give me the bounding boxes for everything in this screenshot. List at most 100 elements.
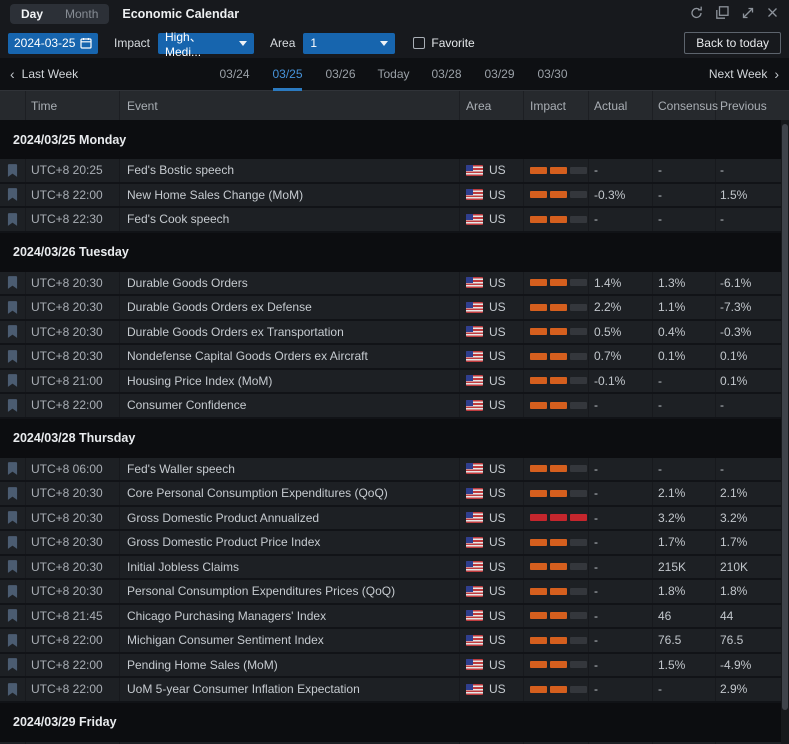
event-row[interactable]: UTC+8 20:30Durable Goods Orders ex Trans… xyxy=(0,321,789,346)
event-row[interactable]: UTC+8 22:00Michigan Consumer Sentiment I… xyxy=(0,629,789,654)
calendar-icon[interactable] xyxy=(80,37,92,49)
column-header-area: Area xyxy=(460,91,524,120)
event-row[interactable]: UTC+8 22:00UoM 5-year Consumer Inflation… xyxy=(0,678,789,703)
time-cell: UTC+8 22:00 xyxy=(26,678,120,701)
bookmark-icon[interactable] xyxy=(7,462,18,475)
bookmark-icon[interactable] xyxy=(7,609,18,622)
impact-cell xyxy=(524,654,589,677)
popout-icon[interactable] xyxy=(715,5,730,23)
event-row[interactable]: UTC+8 20:30Durable Goods Orders ex Defen… xyxy=(0,296,789,321)
time-cell: UTC+8 06:00 xyxy=(26,458,120,481)
impact-bar xyxy=(550,588,567,595)
event-name-cell: New Home Sales Change (MoM) xyxy=(120,184,460,207)
event-row[interactable]: UTC+8 21:45Chicago Purchasing Managers' … xyxy=(0,605,789,630)
event-row[interactable]: UTC+8 20:30Durable Goods OrdersUS1.4%1.3… xyxy=(0,272,789,297)
us-flag-icon xyxy=(466,488,483,499)
next-week-button[interactable]: Next Week › xyxy=(709,67,779,81)
refresh-icon[interactable] xyxy=(689,5,704,23)
impact-bar xyxy=(530,539,547,546)
next-week-label: Next Week xyxy=(709,67,767,81)
event-row[interactable]: UTC+8 21:00Housing Price Index (MoM)US-0… xyxy=(0,370,789,395)
area-dropdown[interactable]: 1 xyxy=(303,33,395,54)
back-to-today-button[interactable]: Back to today xyxy=(684,32,781,54)
bookmark-icon[interactable] xyxy=(7,301,18,314)
impact-bar xyxy=(550,216,567,223)
day-tab[interactable]: Today xyxy=(367,58,420,91)
us-flag-icon xyxy=(466,684,483,695)
impact-bar xyxy=(530,686,547,693)
event-row[interactable]: UTC+8 20:30Core Personal Consumption Exp… xyxy=(0,482,789,507)
event-row[interactable]: UTC+8 20:30Initial Jobless ClaimsUS-215K… xyxy=(0,556,789,581)
bookmark-cell xyxy=(0,678,26,701)
day-tab[interactable]: 03/26 xyxy=(314,58,367,91)
impact-cell xyxy=(524,482,589,505)
bookmark-icon[interactable] xyxy=(7,536,18,549)
bookmark-icon[interactable] xyxy=(7,634,18,647)
event-row[interactable]: UTC+8 22:00New Home Sales Change (MoM)US… xyxy=(0,184,789,209)
event-row[interactable]: UTC+8 22:00Consumer ConfidenceUS--- xyxy=(0,394,789,419)
last-week-button[interactable]: ‹ Last Week xyxy=(10,67,78,81)
area-cell: US xyxy=(460,272,524,295)
event-row[interactable]: UTC+8 20:30Gross Domestic Product Annual… xyxy=(0,507,789,532)
favorite-label: Favorite xyxy=(431,36,474,50)
bookmark-icon[interactable] xyxy=(7,511,18,524)
day-tab[interactable]: 03/28 xyxy=(420,58,473,91)
event-row[interactable]: UTC+8 22:00Pending Home Sales (MoM)US-1.… xyxy=(0,654,789,679)
area-cell: US xyxy=(460,296,524,319)
scrollbar-thumb[interactable] xyxy=(782,124,788,710)
bookmark-icon[interactable] xyxy=(7,487,18,500)
bookmark-icon[interactable] xyxy=(7,560,18,573)
favorite-checkbox[interactable] xyxy=(413,37,425,49)
day-tab[interactable]: 03/29 xyxy=(473,58,526,91)
bookmark-icon[interactable] xyxy=(7,213,18,226)
bookmark-column-header xyxy=(0,91,26,120)
event-row[interactable]: UTC+8 06:00Fed's Waller speechUS--- xyxy=(0,458,789,483)
day-tab[interactable]: 03/24 xyxy=(208,58,261,91)
area-label: Area xyxy=(270,36,295,50)
bookmark-icon[interactable] xyxy=(7,325,18,338)
bookmark-icon[interactable] xyxy=(7,164,18,177)
day-tab[interactable]: 03/25 xyxy=(261,58,314,91)
impact-dropdown[interactable]: High、 Medi... xyxy=(158,33,254,54)
date-section-header: 2024/03/25 Monday xyxy=(0,120,789,159)
area-cell: US xyxy=(460,321,524,344)
event-row[interactable]: UTC+8 20:30Gross Domestic Product Price … xyxy=(0,531,789,556)
previous-cell: 76.5 xyxy=(716,629,789,652)
favorite-filter[interactable]: Favorite xyxy=(413,36,474,50)
event-row[interactable]: UTC+8 20:30Nondefense Capital Goods Orde… xyxy=(0,345,789,370)
date-picker[interactable]: 2024-03-25 xyxy=(8,33,98,54)
bookmark-icon[interactable] xyxy=(7,350,18,363)
area-cell: US xyxy=(460,184,524,207)
tab-month[interactable]: Month xyxy=(54,4,109,24)
impact-bar xyxy=(530,588,547,595)
impact-bar xyxy=(530,279,547,286)
bookmark-icon[interactable] xyxy=(7,374,18,387)
impact-bar xyxy=(550,637,567,644)
previous-cell: - xyxy=(716,458,789,481)
event-row[interactable]: UTC+8 20:25Fed's Bostic speechUS--- xyxy=(0,159,789,184)
us-flag-icon xyxy=(466,400,483,411)
us-flag-icon xyxy=(466,586,483,597)
day-tab[interactable]: 03/30 xyxy=(526,58,579,91)
time-cell: UTC+8 20:30 xyxy=(26,272,120,295)
bookmark-cell xyxy=(0,394,26,417)
impact-bar xyxy=(530,304,547,311)
scrollbar-track[interactable] xyxy=(781,120,789,744)
tab-day[interactable]: Day xyxy=(10,4,54,24)
chevron-down-icon xyxy=(239,41,247,46)
event-name-cell: Pending Home Sales (MoM) xyxy=(120,654,460,677)
actual-cell: 0.7% xyxy=(589,345,653,368)
bookmark-icon[interactable] xyxy=(7,658,18,671)
bookmark-icon[interactable] xyxy=(7,585,18,598)
actual-cell: 1.4% xyxy=(589,272,653,295)
expand-icon[interactable] xyxy=(741,6,755,23)
bookmark-icon[interactable] xyxy=(7,683,18,696)
event-row[interactable]: UTC+8 22:30Fed's Cook speechUS--- xyxy=(0,208,789,233)
bookmark-cell xyxy=(0,370,26,393)
filter-bar: 2024-03-25 Impact High、 Medi... Area 1 F… xyxy=(0,28,789,58)
bookmark-icon[interactable] xyxy=(7,188,18,201)
event-row[interactable]: UTC+8 20:30Personal Consumption Expendit… xyxy=(0,580,789,605)
close-icon[interactable] xyxy=(766,6,779,22)
bookmark-icon[interactable] xyxy=(7,276,18,289)
bookmark-icon[interactable] xyxy=(7,399,18,412)
